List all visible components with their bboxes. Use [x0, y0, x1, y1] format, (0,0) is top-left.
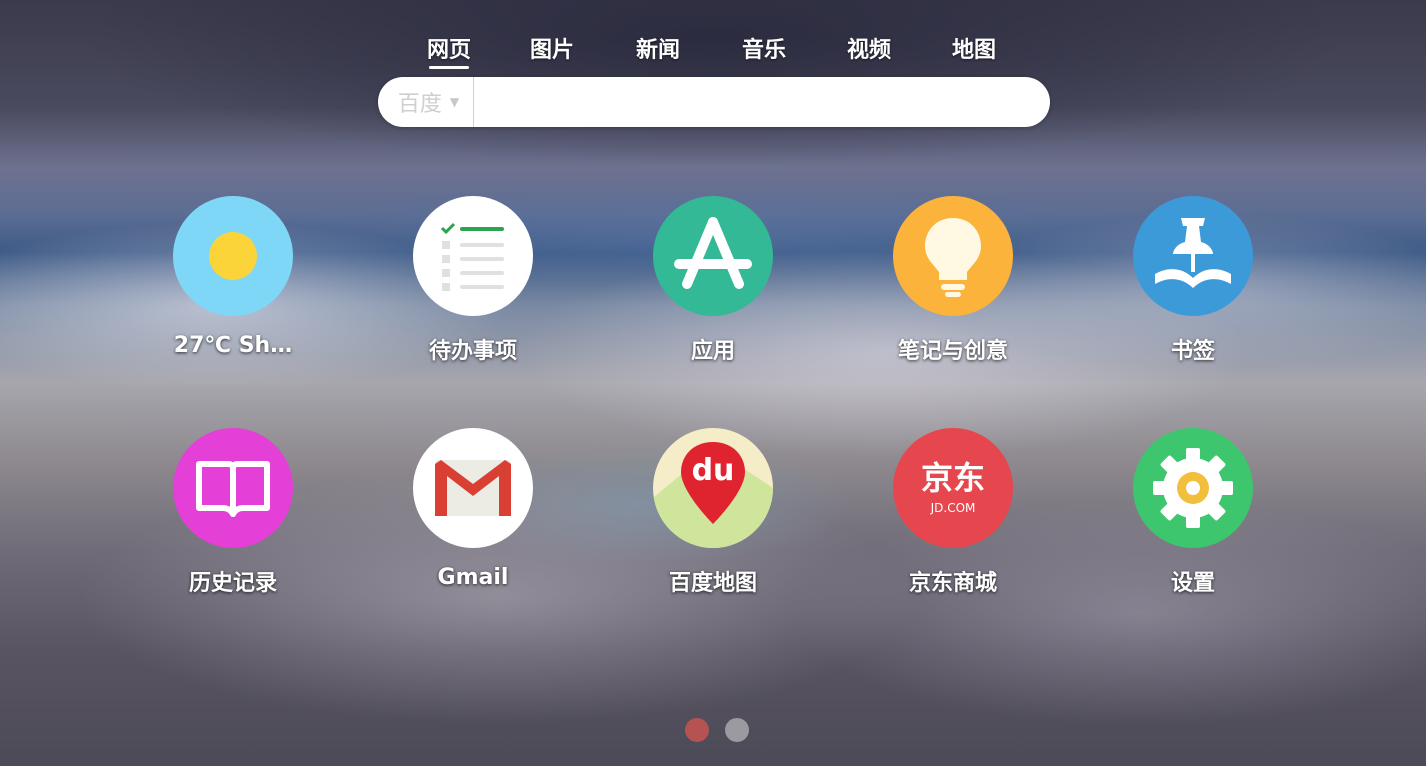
app-tile-jd[interactable]: 京东 JD.COM 京东商城: [892, 427, 1014, 597]
tab-news[interactable]: 新闻: [636, 35, 680, 69]
app-label: 27℃ Sh…: [173, 333, 293, 358]
caret-down-icon: ▼: [449, 95, 460, 109]
app-tile-history[interactable]: 历史记录: [172, 427, 294, 597]
pushpin-bookmark-icon: [1133, 196, 1253, 316]
tab-music[interactable]: 音乐: [742, 35, 786, 69]
app-label: 京东商城: [908, 571, 997, 596]
app-label: 设置: [1170, 571, 1215, 596]
jd-icon: 京东 JD.COM: [893, 428, 1013, 548]
app-label: 笔记与创意: [897, 339, 1008, 364]
search-category-tabs: 网页 图片 新闻 音乐 视频 地图: [425, 35, 1027, 71]
app-tile-notes[interactable]: 笔记与创意: [892, 195, 1014, 365]
lightbulb-icon: [893, 196, 1013, 316]
search-engine-label: 百度: [397, 92, 442, 117]
app-tile-bookmarks[interactable]: 书签: [1132, 195, 1254, 365]
page-indicator: [673, 717, 761, 743]
tab-map[interactable]: 地图: [952, 35, 996, 69]
app-tile-baidu-map[interactable]: du 百度地图: [652, 427, 774, 597]
page-dot-1[interactable]: [685, 718, 709, 742]
app-tile-apps[interactable]: 应用: [652, 195, 774, 365]
app-label: Gmail: [437, 565, 509, 590]
search-bar: 百度 ▼: [378, 77, 1050, 127]
todo-list-icon: [413, 196, 533, 316]
weather-sunny-icon: [173, 196, 293, 316]
search-engine-select[interactable]: 百度 ▼: [378, 77, 474, 127]
app-tile-weather[interactable]: 27℃ Sh…: [172, 195, 294, 365]
gear-icon: [1133, 428, 1253, 548]
page-dot-2[interactable]: [725, 718, 749, 742]
app-label: 书签: [1170, 339, 1215, 364]
baidu-map-icon: du: [653, 428, 773, 548]
tab-video[interactable]: 视频: [847, 35, 891, 69]
search-input[interactable]: [474, 79, 1050, 125]
app-label: 待办事项: [428, 339, 517, 364]
app-label: 历史记录: [188, 571, 277, 596]
tab-web[interactable]: 网页: [427, 35, 471, 69]
gmail-icon: [413, 428, 533, 548]
app-label: 百度地图: [668, 571, 757, 596]
app-tile-gmail[interactable]: Gmail: [412, 427, 534, 597]
open-book-icon: [173, 428, 293, 548]
app-tile-settings[interactable]: 设置: [1132, 427, 1254, 597]
app-tile-todo[interactable]: 待办事项: [412, 195, 534, 365]
svg-text:du: du: [692, 453, 735, 488]
tab-images[interactable]: 图片: [530, 35, 574, 69]
new-tab-page: 网页 图片 新闻 音乐 视频 地图 百度 ▼ 27℃ Sh… 待办事项 应用 笔…: [107, 35, 1321, 745]
app-label: 应用: [690, 339, 735, 364]
jd-icon-subtext: JD.COM: [930, 501, 976, 515]
app-store-icon: [653, 196, 773, 316]
jd-icon-text: 京东: [920, 459, 985, 497]
